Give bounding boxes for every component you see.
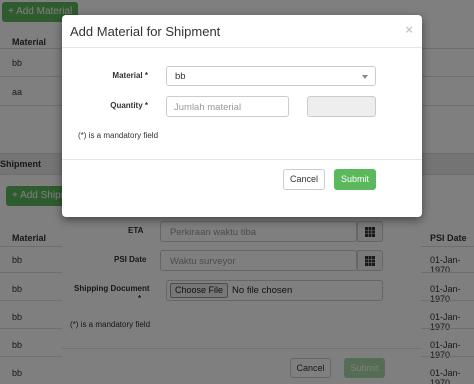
modal-title: Add Material for Shipment — [70, 24, 221, 39]
material-label: Material * — [112, 71, 148, 80]
quantity-label: Quantity * — [110, 101, 148, 110]
quantity-input[interactable]: Jumlah material — [166, 96, 289, 117]
submit-button[interactable]: Submit — [334, 169, 376, 190]
mandatory-note: (*) is a mandatory field — [78, 131, 159, 140]
material-select[interactable]: bb — [166, 66, 376, 86]
divider — [62, 159, 422, 160]
add-material-modal: Add Material for Shipment × Material * b… — [62, 15, 422, 217]
cancel-button[interactable]: Cancel — [283, 169, 325, 190]
modal-header: Add Material for Shipment × — [62, 15, 422, 48]
chevron-down-icon — [362, 75, 368, 79]
unit-field — [307, 96, 376, 117]
material-selected-value: bb — [175, 71, 186, 82]
quantity-placeholder: Jumlah material — [174, 102, 242, 113]
close-icon[interactable]: × — [405, 22, 413, 37]
